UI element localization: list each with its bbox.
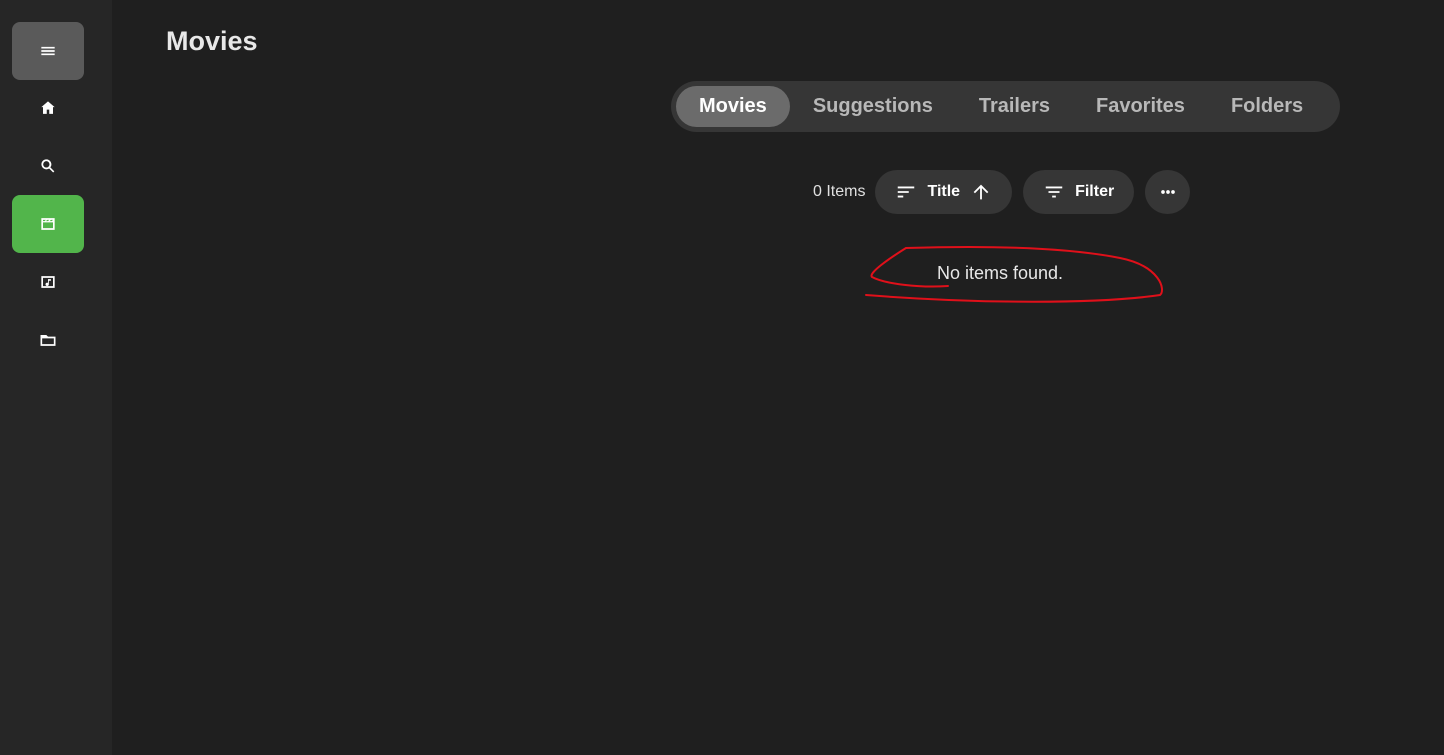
tab-movies[interactable]: Movies: [676, 86, 790, 127]
sidebar-item-movies[interactable]: [12, 195, 84, 253]
tab-suggestions[interactable]: Suggestions: [790, 86, 956, 127]
sidebar-item-search[interactable]: [12, 137, 84, 195]
tab-bar: Movies Suggestions Trailers Favorites Fo…: [671, 81, 1340, 132]
more-horizontal-icon: [1160, 190, 1175, 194]
sort-button[interactable]: Title: [875, 170, 1013, 214]
music-icon: [41, 276, 55, 288]
sidebar: [0, 0, 112, 755]
arrow-up-icon: [973, 184, 989, 200]
sidebar-item-music[interactable]: [12, 253, 84, 311]
item-count: 0 Items: [813, 183, 866, 200]
sidebar-item-folders[interactable]: [12, 311, 84, 369]
search-icon: [41, 159, 55, 173]
filter-label: Filter: [1075, 183, 1115, 200]
menu-button[interactable]: [12, 22, 84, 80]
hamburger-icon: [41, 46, 55, 56]
sort-label: Title: [927, 183, 961, 200]
list-toolbar: 0 Items Title Filter: [813, 170, 1191, 214]
tab-trailers[interactable]: Trailers: [956, 86, 1073, 127]
more-options-button[interactable]: [1145, 170, 1191, 214]
folder-icon: [40, 335, 56, 346]
sidebar-item-home[interactable]: [12, 79, 84, 137]
home-icon: [41, 101, 55, 114]
filter-icon: [1045, 186, 1063, 198]
sort-icon: [898, 186, 915, 198]
red-annotation-circle: [865, 246, 1163, 303]
filter-button[interactable]: Filter: [1023, 170, 1135, 214]
app-window: Movies Movies Suggestions Trailers Favor…: [0, 0, 1444, 755]
page-title: Movies: [166, 26, 258, 56]
tab-favorites[interactable]: Favorites: [1073, 86, 1208, 127]
tab-folders[interactable]: Folders: [1208, 86, 1326, 127]
movie-icon: [41, 218, 55, 230]
